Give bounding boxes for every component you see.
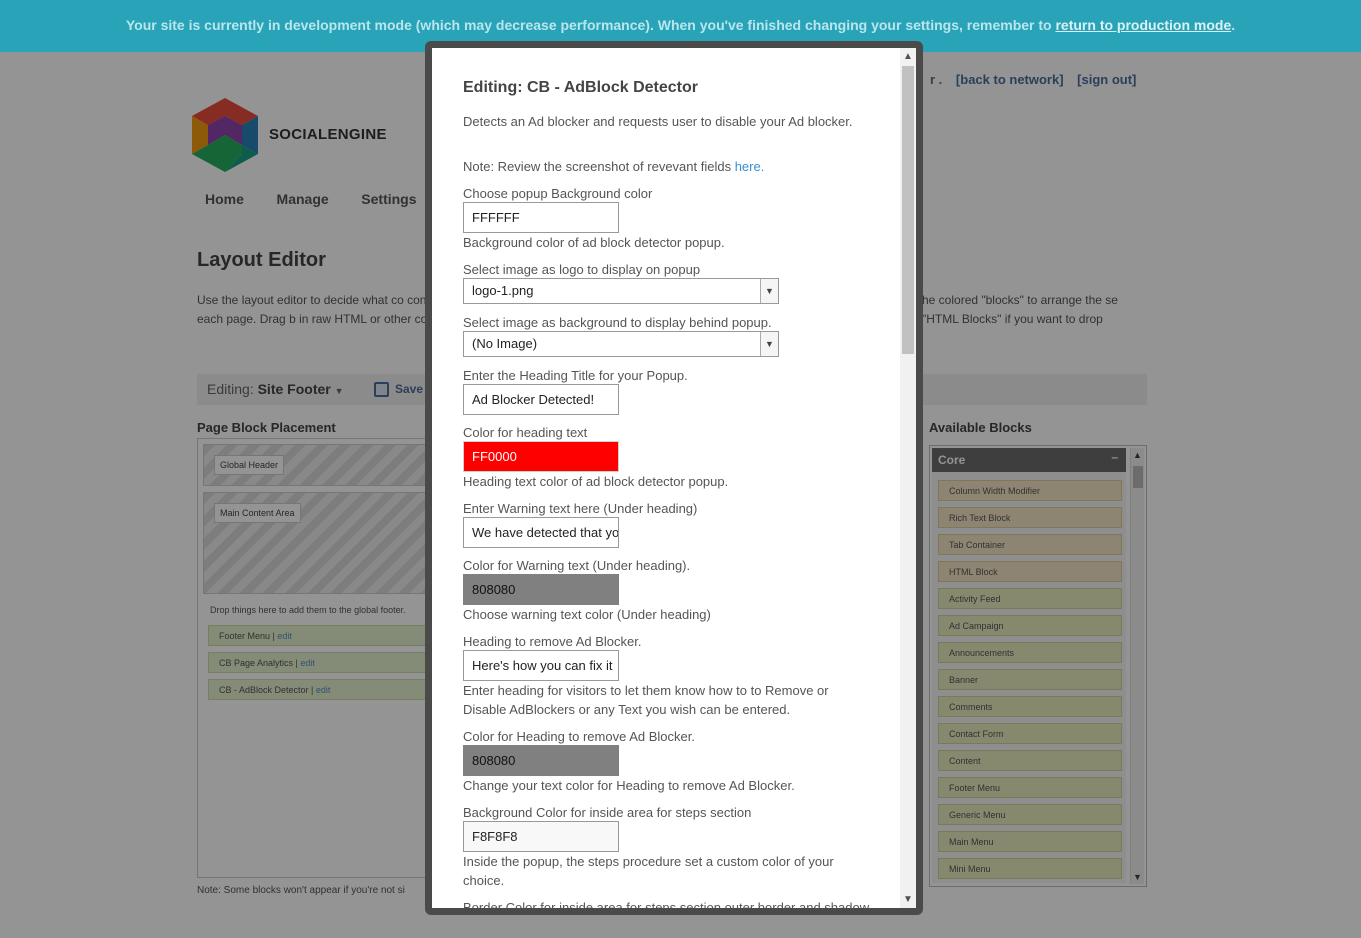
warning-color-input[interactable]: 808080 bbox=[463, 574, 619, 605]
modal-note-text: Note: Review the screenshot of revevant … bbox=[463, 159, 735, 174]
warning-text-input[interactable]: We have detected that yo bbox=[463, 517, 619, 548]
chevron-down-icon[interactable]: ▼ bbox=[760, 279, 778, 303]
modal-title: Editing: CB - AdBlock Detector bbox=[463, 79, 698, 96]
remove-heading-label: Heading to remove Ad Blocker. bbox=[463, 634, 642, 649]
scroll-down-icon[interactable]: ▼ bbox=[903, 894, 913, 905]
heading-title-label: Enter the Heading Title for your Popup. bbox=[463, 368, 688, 383]
logo-select-value: logo-1.png bbox=[472, 283, 534, 298]
heading-color-hint: Heading text color of ad block detector … bbox=[463, 474, 729, 489]
dev-mode-end: . bbox=[1231, 17, 1236, 33]
modal-scrollbar-thumb[interactable] bbox=[902, 66, 914, 354]
logo-select-label: Select image as logo to display on popup bbox=[463, 262, 701, 277]
heading-color-input[interactable]: FF0000 bbox=[463, 441, 619, 472]
modal-description: Detects an Ad blocker and requests user … bbox=[463, 114, 853, 129]
scroll-up-icon[interactable]: ▲ bbox=[903, 51, 913, 62]
warning-color-label: Color for Warning text (Under heading). bbox=[463, 558, 691, 573]
screenshot-link[interactable]: here. bbox=[735, 159, 765, 174]
border-color-label: Border Color for inside area for steps s… bbox=[463, 900, 870, 908]
steps-bg-label: Background Color for inside area for ste… bbox=[463, 805, 752, 820]
steps-bg-input[interactable]: F8F8F8 bbox=[463, 821, 619, 852]
bg-color-input[interactable]: FFFFFF bbox=[463, 202, 619, 233]
bg-image-label: Select image as background to display be… bbox=[463, 315, 772, 330]
modal-content: Editing: CB - AdBlock Detector Detects a… bbox=[432, 48, 916, 908]
steps-bg-hint: Inside the popup, the steps procedure se… bbox=[463, 854, 834, 888]
bg-image-select[interactable]: (No Image) ▼ bbox=[463, 331, 779, 357]
remove-color-hint: Change your text color for Heading to re… bbox=[463, 778, 795, 793]
remove-heading-hint: Enter heading for visitors to let them k… bbox=[463, 683, 829, 717]
edit-block-modal: Editing: CB - AdBlock Detector Detects a… bbox=[425, 41, 923, 915]
logo-select[interactable]: logo-1.png ▼ bbox=[463, 278, 779, 304]
bg-color-hint: Background color of ad block detector po… bbox=[463, 235, 725, 250]
bg-image-value: (No Image) bbox=[472, 336, 538, 351]
heading-color-label: Color for heading text bbox=[463, 425, 588, 440]
production-mode-link[interactable]: return to production mode bbox=[1055, 17, 1231, 33]
chevron-down-icon[interactable]: ▼ bbox=[760, 332, 778, 356]
dev-mode-text: Your site is currently in development mo… bbox=[125, 17, 1056, 33]
heading-title-input[interactable]: Ad Blocker Detected! bbox=[463, 384, 619, 415]
warning-color-hint: Choose warning text color (Under heading… bbox=[463, 607, 711, 622]
modal-note: Note: Review the screenshot of revevant … bbox=[463, 159, 764, 174]
warning-text-label: Enter Warning text here (Under heading) bbox=[463, 501, 698, 516]
remove-color-label: Color for Heading to remove Ad Blocker. bbox=[463, 729, 695, 744]
modal-scrollbar[interactable]: ▲ ▼ bbox=[900, 48, 916, 908]
remove-heading-input[interactable]: Here's how you can fix it bbox=[463, 650, 619, 681]
bg-color-label: Choose popup Background color bbox=[463, 186, 653, 201]
remove-color-input[interactable]: 808080 bbox=[463, 745, 619, 776]
